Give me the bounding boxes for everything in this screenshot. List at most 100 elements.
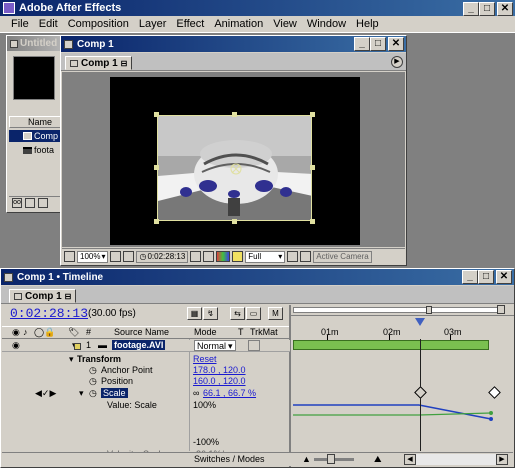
layer-handle[interactable] — [154, 112, 159, 117]
comp-marker-icon[interactable]: ▦ — [187, 307, 202, 320]
layer-row[interactable]: ◉ ▾ 1 ▬ footage.AVI Normal▾ — [2, 340, 290, 352]
timeline-bottom-bar: Switches / Modes ▲ ⛰ ◀ ▶ — [2, 452, 513, 466]
project-item[interactable]: foota — [9, 144, 63, 156]
eye-icon[interactable]: ◉ — [12, 340, 20, 351]
project-item[interactable]: Comp — [9, 130, 63, 142]
col-source-name[interactable]: Source Name — [114, 327, 169, 337]
timeline-close-button[interactable]: ✕ — [496, 270, 512, 284]
scale-label[interactable]: Scale — [101, 388, 128, 398]
layer-duration-bar[interactable] — [293, 340, 489, 350]
zoom-select[interactable]: 100% ▾ — [77, 250, 109, 263]
pane-divider[interactable] — [289, 305, 291, 467]
new-folder-icon[interactable] — [25, 198, 35, 208]
timeline-minimize-button[interactable]: _ — [462, 270, 478, 284]
app-maximize-button[interactable]: □ — [479, 2, 495, 16]
scroll-left-icon[interactable]: ◀ — [404, 454, 416, 465]
region-of-interest-icon[interactable] — [287, 251, 299, 262]
panel-menu-button[interactable]: ▶ — [391, 56, 403, 68]
zoom-slider-thumb[interactable] — [327, 454, 335, 464]
new-comp-icon[interactable] — [38, 198, 48, 208]
safe-margins-icon[interactable] — [110, 251, 122, 262]
video-switch-icon: ◉ — [12, 327, 20, 337]
footage-icon: ▬ — [98, 340, 107, 350]
comp-close-button[interactable]: ✕ — [388, 37, 404, 51]
stopwatch-icon[interactable]: ◷ — [89, 365, 97, 376]
menu-file[interactable]: File — [6, 18, 34, 30]
menu-composition[interactable]: Composition — [63, 18, 134, 30]
show-snapshot-icon[interactable] — [203, 251, 215, 262]
flowchart-icon[interactable]: oo — [12, 198, 22, 208]
navigator-end-icon[interactable] — [497, 305, 505, 314]
scale-value[interactable]: 66.1 , 66.7 % — [203, 388, 256, 398]
layer-handle[interactable] — [154, 165, 159, 170]
app-close-button[interactable]: ✕ — [497, 2, 513, 16]
current-time-display[interactable]: ◷ 0:02:28:13 — [136, 250, 189, 263]
menu-window[interactable]: Window — [302, 18, 351, 30]
current-time[interactable]: 0:02:28:13 — [10, 306, 88, 321]
camera-select[interactable]: Active Camera — [313, 250, 372, 263]
live-update-icon[interactable]: ⇆ — [230, 307, 245, 320]
snapshot-icon[interactable] — [190, 251, 202, 262]
layer-handle[interactable] — [232, 219, 237, 224]
menu-animation[interactable]: Animation — [209, 18, 268, 30]
comp-titlebar[interactable]: Comp 1 _ □ ✕ — [61, 36, 406, 52]
resolution-select[interactable]: Full ▾ — [245, 250, 286, 263]
project-titlebar[interactable]: Untitled — [7, 36, 63, 51]
project-column-header[interactable]: Name — [9, 116, 63, 128]
timeline-titlebar[interactable]: Comp 1 • Timeline _ □ ✕ — [1, 269, 514, 285]
timeline-maximize-button[interactable]: □ — [478, 270, 494, 284]
scroll-right-icon[interactable]: ▶ — [496, 454, 508, 465]
menu-help[interactable]: Help — [351, 18, 384, 30]
reset-link[interactable]: Reset — [193, 354, 217, 364]
value-graph[interactable] — [293, 353, 503, 451]
position-value[interactable]: 160.0 , 120.0 — [193, 376, 246, 386]
transform-group[interactable]: Transform — [77, 354, 121, 364]
scale-arrow-icon[interactable]: ▾ — [79, 388, 84, 399]
graph-editor-icon[interactable]: ↯ — [203, 307, 218, 320]
layer-handle[interactable] — [310, 165, 315, 170]
transform-arrow-icon[interactable]: ▾ — [69, 354, 74, 365]
menu-edit[interactable]: Edit — [34, 18, 63, 30]
color-icon[interactable] — [232, 251, 244, 262]
layer-handle[interactable] — [310, 219, 315, 224]
work-area-marker[interactable] — [426, 306, 432, 314]
col-number: # — [86, 327, 92, 337]
menu-effect[interactable]: Effect — [171, 18, 209, 30]
menu-view[interactable]: View — [268, 18, 302, 30]
comp-viewer — [110, 77, 360, 245]
anchor-point-value[interactable]: 178.0 , 120.0 — [193, 365, 246, 375]
col-mode[interactable]: Mode — [194, 327, 217, 337]
mask-icon[interactable] — [123, 251, 135, 262]
zoom-in-mountain-icon[interactable]: ⛰ — [374, 454, 382, 465]
stopwatch-icon[interactable]: ◷ — [89, 376, 97, 387]
menu-layer[interactable]: Layer — [134, 18, 172, 30]
zoom-out-mountain-icon[interactable]: ▲ — [302, 454, 311, 464]
tab-comp-1[interactable]: Comp 1 ⊟ — [65, 56, 133, 70]
app-minimize-button[interactable]: _ — [463, 2, 479, 16]
col-t: T — [238, 327, 244, 337]
trkmat-select[interactable] — [248, 340, 260, 351]
comp-maximize-button[interactable]: □ — [370, 37, 386, 51]
keyframe-nav-icon[interactable]: ◀✓▶ — [35, 388, 56, 399]
mode-select[interactable]: Normal ▾ — [194, 340, 236, 351]
layer-name[interactable]: footage.AVI — [112, 340, 166, 350]
time-indicator-head[interactable] — [415, 318, 425, 326]
always-preview-icon[interactable] — [64, 251, 75, 262]
draft-3d-icon[interactable]: ▭ — [246, 307, 261, 320]
comp-minimize-button[interactable]: _ — [354, 37, 370, 51]
constrain-link-icon[interactable]: ∞ — [193, 388, 199, 398]
motion-blur-icon[interactable]: M — [268, 307, 283, 320]
tab-timeline-comp-1[interactable]: Comp 1 ⊟ — [9, 289, 77, 303]
layer-handle[interactable] — [310, 112, 315, 117]
stopwatch-icon[interactable]: ◷ — [89, 388, 97, 399]
layer-handle[interactable] — [154, 219, 159, 224]
timeline-scrollbar[interactable] — [416, 454, 496, 465]
transparency-grid-icon[interactable] — [300, 251, 312, 262]
layer-label-color[interactable] — [74, 343, 81, 350]
time-ruler[interactable]: 01m 02m 03m — [291, 315, 514, 340]
footage-frame[interactable] — [157, 115, 312, 221]
channel-icon[interactable] — [216, 251, 231, 262]
time-navigator[interactable] — [293, 307, 498, 313]
layer-handle[interactable] — [232, 112, 237, 117]
switches-modes-toggle[interactable]: Switches / Modes — [194, 454, 265, 464]
